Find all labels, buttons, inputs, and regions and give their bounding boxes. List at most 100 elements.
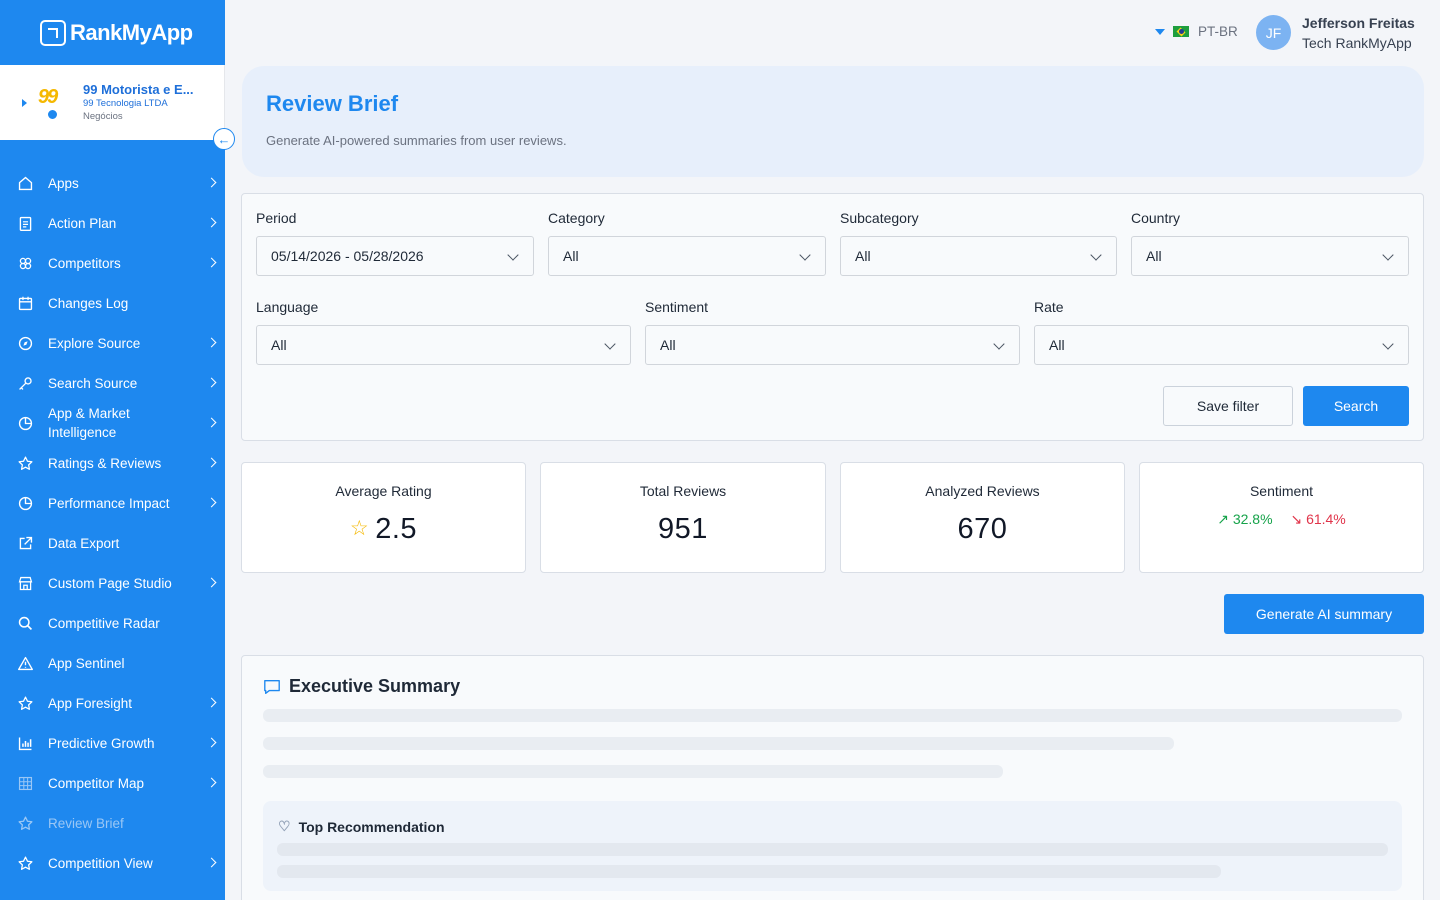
average-rating-value: 2.5 xyxy=(375,513,418,545)
language-selector[interactable]: PT-BR xyxy=(1155,24,1238,39)
chevron-right-icon xyxy=(206,177,217,188)
sidebar-item-search-source[interactable]: Search Source xyxy=(0,363,225,403)
brand-logo[interactable]: RankMyApp xyxy=(0,0,225,65)
country-value: All xyxy=(1146,248,1162,264)
collapse-sidebar-button[interactable]: ← xyxy=(213,128,235,150)
users-icon xyxy=(16,254,34,272)
grid-icon xyxy=(16,774,34,792)
chevron-right-icon xyxy=(206,457,217,468)
sidebar-item-review-brief[interactable]: Review Brief xyxy=(0,803,225,843)
home-icon xyxy=(16,174,34,192)
user-info[interactable]: Jefferson Freitas Tech RankMyApp xyxy=(1302,13,1415,53)
sidebar-item-label: Performance Impact xyxy=(48,495,170,511)
sidebar-item-label: Action Plan xyxy=(48,215,117,231)
chevron-down-icon xyxy=(1090,249,1102,261)
sidebar-item-explore-source[interactable]: Explore Source xyxy=(0,323,225,363)
total-reviews-label: Total Reviews xyxy=(639,483,727,499)
star-icon xyxy=(16,814,34,832)
recommendation-title: Top Recommendation xyxy=(298,818,445,835)
sidebar-item-label: App & Market Intelligence xyxy=(48,406,130,440)
language-label: PT-BR xyxy=(1198,24,1238,39)
sidebar-item-label: Custom Page Studio xyxy=(48,575,172,591)
chevron-down-icon xyxy=(993,338,1005,350)
app-selector[interactable]: 99 99 Motorista e E... 99 Tecnologia LTD… xyxy=(0,65,225,140)
sidebar-item-performance-impact[interactable]: Performance Impact xyxy=(0,483,225,523)
total-reviews-value: 951 xyxy=(658,513,708,545)
clipboard-icon xyxy=(16,214,34,232)
caret-right-icon[interactable] xyxy=(22,98,27,107)
sentiment-select[interactable]: All xyxy=(645,325,1020,365)
skeleton-line xyxy=(277,843,1388,856)
sidebar-item-label: Apps xyxy=(48,175,79,191)
sidebar-item-changes-log[interactable]: Changes Log xyxy=(0,283,225,323)
search-button[interactable]: Search xyxy=(1303,386,1409,426)
sentiment-negative: 61.4% xyxy=(1306,511,1346,527)
sidebar-item-competitive-radar[interactable]: Competitive Radar xyxy=(0,603,225,643)
sentiment-label: Sentiment xyxy=(1249,483,1314,499)
trend-down-icon: ↘ xyxy=(1290,511,1303,527)
sidebar-item-data-export[interactable]: Data Export xyxy=(0,523,225,563)
sidebar-item-predictive-growth[interactable]: Predictive Growth xyxy=(0,723,225,763)
page-title: Review Brief xyxy=(266,91,399,116)
search-icon xyxy=(16,614,34,632)
sidebar-item-label: App Sentinel xyxy=(48,655,125,671)
analyzed-reviews-label: Analyzed Reviews xyxy=(925,483,1040,499)
sidebar-item-label: Data Export xyxy=(48,535,120,551)
sidebar-item-competitors[interactable]: Competitors xyxy=(0,243,225,283)
sidebar-item-custom-page-studio[interactable]: Custom Page Studio xyxy=(0,563,225,603)
sidebar-item-competition-view[interactable]: Competition View xyxy=(0,843,225,883)
period-label: Period xyxy=(256,210,297,226)
skeleton-line xyxy=(277,865,1221,878)
app-company: 99 Tecnologia LTDA xyxy=(83,97,168,109)
filters-panel: Period 05/14/2026 - 05/28/2026 Category … xyxy=(241,193,1424,441)
warning-icon xyxy=(16,654,34,672)
trend-up-icon: ↗ xyxy=(1217,511,1229,527)
chevron-down-icon xyxy=(799,249,811,261)
chevron-right-icon xyxy=(206,377,217,388)
avatar[interactable]: JF xyxy=(1256,15,1291,50)
rate-value: All xyxy=(1049,337,1065,353)
sidebar-item-label: Review Brief xyxy=(48,815,124,831)
sidebar-item-app-foresight[interactable]: App Foresight xyxy=(0,683,225,723)
chevron-down-icon xyxy=(507,249,519,261)
pie-icon xyxy=(16,494,34,512)
sidebar-item-label: Competition View xyxy=(48,855,153,871)
sidebar-item-label: Ratings & Reviews xyxy=(48,455,162,471)
language-select[interactable]: All xyxy=(256,325,631,365)
sidebar-item-action-plan[interactable]: Action Plan xyxy=(0,203,225,243)
subcategory-select[interactable]: All xyxy=(840,236,1117,276)
sidebar-item-ratings-reviews[interactable]: Ratings & Reviews xyxy=(0,443,225,483)
user-role: Tech RankMyApp xyxy=(1302,35,1412,51)
sentiment-card: Sentiment ↗ 32.8% ↘ 61.4% xyxy=(1139,462,1424,573)
top-header: PT-BR JF Jefferson Freitas Tech RankMyAp… xyxy=(225,0,1440,65)
app-name: 99 Motorista e E... xyxy=(83,82,194,98)
sidebar-item-apps[interactable]: Apps xyxy=(0,163,225,203)
chevron-right-icon xyxy=(206,857,217,868)
country-select[interactable]: All xyxy=(1131,236,1409,276)
chevron-down-icon xyxy=(1382,338,1394,350)
user-name: Jefferson Freitas xyxy=(1302,15,1415,31)
category-select[interactable]: All xyxy=(548,236,826,276)
chevron-right-icon xyxy=(206,337,217,348)
generate-ai-summary-button[interactable]: Generate AI summary xyxy=(1224,594,1424,634)
chevron-right-icon xyxy=(206,697,217,708)
subcategory-value: All xyxy=(855,248,871,264)
average-rating-card: Average Rating ☆ 2.5 xyxy=(241,462,526,573)
sidebar-item-label: Competitor Map xyxy=(48,775,145,791)
key-icon xyxy=(16,374,34,392)
save-filter-button[interactable]: Save filter xyxy=(1163,386,1293,426)
star-icon xyxy=(16,694,34,712)
app-icon: 99 xyxy=(38,86,68,121)
sidebar-item-app-market-intelligence[interactable]: App & Market Intelligence xyxy=(0,403,225,443)
rate-select[interactable]: All xyxy=(1034,325,1409,365)
average-rating-label: Average Rating xyxy=(335,483,432,499)
sidebar-item-competitor-map[interactable]: Competitor Map xyxy=(0,763,225,803)
sidebar-item-label: Search Source xyxy=(48,375,138,391)
total-reviews-card: Total Reviews 951 xyxy=(540,462,826,573)
chevron-right-icon xyxy=(206,417,217,428)
period-select[interactable]: 05/14/2026 - 05/28/2026 xyxy=(256,236,534,276)
app-category: Negócios xyxy=(83,111,123,123)
sidebar: RankMyApp 99 99 Motorista e E... 99 Tecn… xyxy=(0,0,225,900)
sidebar-item-app-sentinel[interactable]: App Sentinel xyxy=(0,643,225,683)
subcategory-label: Subcategory xyxy=(840,210,919,226)
